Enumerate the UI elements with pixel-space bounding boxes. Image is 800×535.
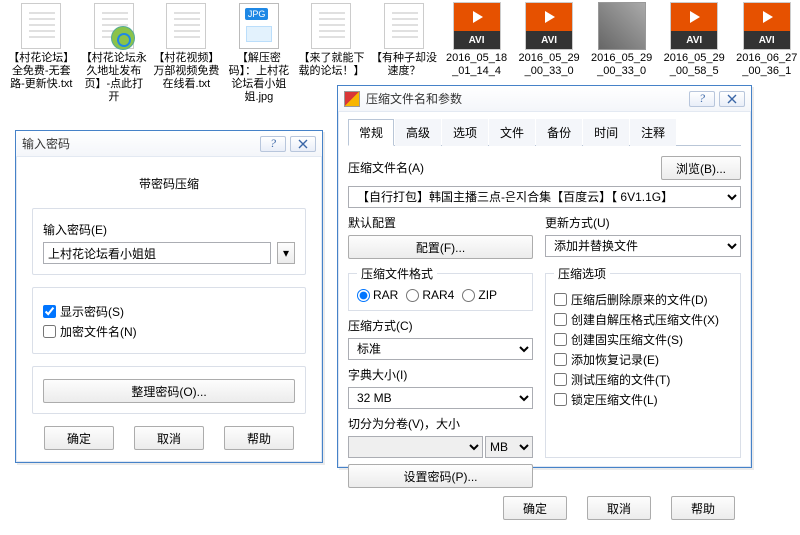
password-dialog-titlebar: 输入密码 ?: [16, 131, 322, 157]
file-label: 2016_05_29_00_33_0: [588, 52, 655, 78]
password-options-fieldset: 显示密码(S) 加密文件名(N): [32, 287, 306, 354]
avi-file-icon: AVI: [743, 2, 791, 50]
dropdown-icon[interactable]: ▾: [277, 242, 295, 264]
update-mode-select[interactable]: 添加并替换文件: [545, 235, 741, 257]
text-file-icon: [166, 3, 206, 49]
split-unit-select[interactable]: MB: [485, 436, 533, 458]
image-thumbnail-icon: [598, 2, 646, 50]
text-file-icon: [384, 3, 424, 49]
password-input[interactable]: [43, 242, 271, 264]
profile-button[interactable]: 配置(F)...: [348, 235, 533, 259]
file-item[interactable]: 【村花论坛永久地址发布页】-点此打开: [81, 0, 148, 104]
archive-params-dialog: 压缩文件名和参数 ? 常规高级选项文件备份时间注释 压缩文件名(A) 浏览(B)…: [337, 85, 752, 468]
split-label: 切分为分卷(V)，大小: [348, 415, 533, 432]
enter-password-dialog: 输入密码 ? 带密码压缩 输入密码(E) ▾ 显示密码(S) 加密文件名(N) …: [15, 130, 323, 463]
file-label: 2016_05_29_00_58_5: [661, 52, 728, 78]
browse-button[interactable]: 浏览(B)...: [661, 156, 741, 180]
format-radio-zip[interactable]: ZIP: [462, 288, 497, 302]
format-legend: 压缩文件格式: [357, 265, 437, 282]
update-mode-label: 更新方式(U): [545, 214, 741, 231]
show-password-checkbox[interactable]: 显示密码(S): [43, 303, 295, 320]
archive-dialog-title: 压缩文件名和参数: [366, 90, 685, 107]
option-checkbox[interactable]: 压缩后删除原来的文件(D): [554, 291, 732, 308]
option-checkbox[interactable]: 创建固实压缩文件(S): [554, 331, 732, 348]
password-fieldset: 输入密码(E) ▾: [32, 208, 306, 275]
manage-passwords-fieldset: 整理密码(O)...: [32, 366, 306, 414]
file-label: 2016_05_29_00_33_0: [516, 52, 583, 78]
file-label: 【有种子却没速度？: [371, 52, 438, 78]
archive-tabs: 常规高级选项文件备份时间注释: [348, 118, 741, 146]
file-label: 【村花论坛】全免费-无套路-更新快.txt: [8, 52, 75, 91]
archive-dialog-titlebar: 压缩文件名和参数 ?: [338, 86, 751, 112]
encrypt-filenames-label: 加密文件名(N): [60, 323, 137, 340]
option-checkbox[interactable]: 添加恢复记录(E): [554, 351, 732, 368]
help-titlebar-button[interactable]: ?: [689, 91, 715, 107]
format-radio-rar[interactable]: RAR: [357, 288, 398, 302]
help-titlebar-button[interactable]: ?: [260, 136, 286, 152]
text-file-icon: [21, 3, 61, 49]
split-size-select[interactable]: [348, 436, 483, 458]
file-label: 【解压密码】：上村花论坛看小姐姐.jpg: [226, 52, 293, 104]
password-label: 输入密码(E): [43, 221, 295, 238]
manage-passwords-button[interactable]: 整理密码(O)...: [43, 379, 295, 403]
dict-size-label: 字典大小(I): [348, 366, 533, 383]
url-file-icon: [94, 3, 134, 49]
file-label: 2016_06_27_00_36_1: [733, 52, 800, 78]
archive-name-label: 压缩文件名(A): [348, 159, 655, 176]
option-checkbox[interactable]: 创建自解压格式压缩文件(X): [554, 311, 732, 328]
archive-name-select[interactable]: 【自行打包】韩国主播三点-은지合集【百度云】【 6V1.1G】: [348, 186, 741, 208]
cancel-button[interactable]: 取消: [134, 426, 204, 450]
method-label: 压缩方式(C): [348, 317, 533, 334]
file-item[interactable]: JPG【解压密码】：上村花论坛看小姐姐.jpg: [226, 0, 293, 104]
tab-5[interactable]: 时间: [583, 119, 629, 146]
show-password-label: 显示密码(S): [60, 303, 124, 320]
file-label: 【村花论坛永久地址发布页】-点此打开: [81, 52, 148, 104]
close-titlebar-button[interactable]: [290, 136, 316, 152]
set-password-button[interactable]: 设置密码(P)...: [348, 464, 533, 488]
options-list: 压缩后删除原来的文件(D) 创建自解压格式压缩文件(X) 创建固实压缩文件(S) 添加…: [554, 291, 732, 408]
file-item[interactable]: 【村花视频】万部视频免费在线看.txt: [153, 0, 220, 104]
method-select[interactable]: 标准: [348, 338, 533, 360]
tab-2[interactable]: 选项: [442, 119, 488, 146]
help-button[interactable]: 帮助: [671, 496, 735, 520]
tab-3[interactable]: 文件: [489, 119, 535, 146]
jpg-file-icon: JPG: [239, 3, 279, 49]
file-label: 【村花视频】万部视频免费在线看.txt: [153, 52, 220, 91]
avi-file-icon: AVI: [453, 2, 501, 50]
password-dialog-title: 输入密码: [22, 135, 256, 152]
ok-button[interactable]: 确定: [503, 496, 567, 520]
default-profile-label: 默认配置: [348, 214, 533, 231]
encrypt-filenames-checkbox[interactable]: 加密文件名(N): [43, 323, 295, 340]
format-radio-row: RAR RAR4 ZIP: [357, 288, 524, 302]
tab-0[interactable]: 常规: [348, 119, 394, 146]
winrar-icon: [344, 91, 360, 107]
dict-size-select[interactable]: 32 MB: [348, 387, 533, 409]
tab-6[interactable]: 注释: [630, 119, 676, 146]
option-checkbox[interactable]: 测试压缩的文件(T): [554, 371, 732, 388]
close-titlebar-button[interactable]: [719, 91, 745, 107]
file-item[interactable]: 【村花论坛】全免费-无套路-更新快.txt: [8, 0, 75, 104]
file-label: 2016_05_18_01_14_4: [443, 52, 510, 78]
ok-button[interactable]: 确定: [44, 426, 114, 450]
avi-file-icon: AVI: [670, 2, 718, 50]
password-dialog-heading: 带密码压缩: [32, 175, 306, 192]
tab-1[interactable]: 高级: [395, 119, 441, 146]
file-label: 【来了就能下载的论坛！】: [298, 52, 365, 78]
format-fieldset: 压缩文件格式 RAR RAR4 ZIP: [348, 265, 533, 311]
options-fieldset: 压缩选项 压缩后删除原来的文件(D) 创建自解压格式压缩文件(X) 创建固实压缩文件…: [545, 265, 741, 458]
avi-file-icon: AVI: [525, 2, 573, 50]
help-button[interactable]: 帮助: [224, 426, 294, 450]
text-file-icon: [311, 3, 351, 49]
cancel-button[interactable]: 取消: [587, 496, 651, 520]
format-radio-rar4[interactable]: RAR4: [406, 288, 454, 302]
tab-4[interactable]: 备份: [536, 119, 582, 146]
options-legend: 压缩选项: [554, 265, 610, 282]
option-checkbox[interactable]: 锁定压缩文件(L): [554, 391, 732, 408]
